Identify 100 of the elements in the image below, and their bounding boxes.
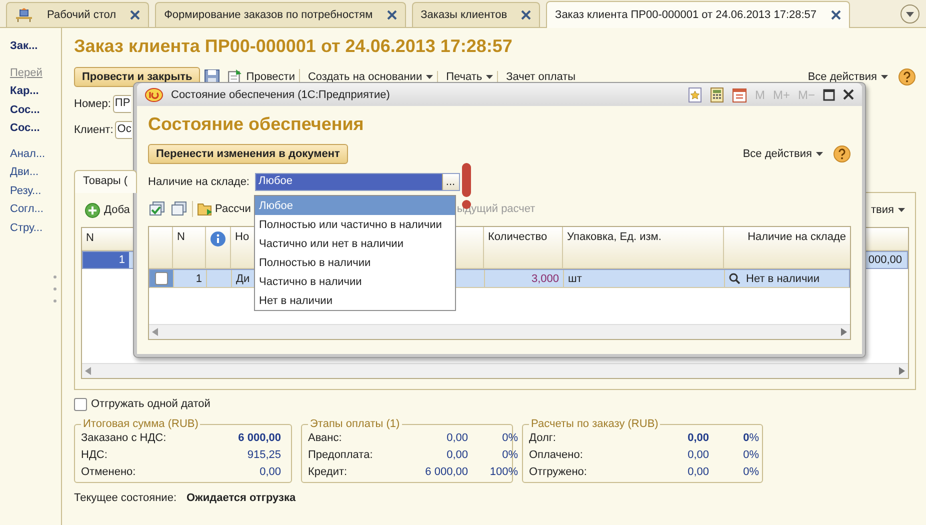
status-label: Текущее состояние: bbox=[74, 492, 176, 504]
column-header: Наличие на складе bbox=[746, 230, 847, 245]
field-value: 6 000,00 bbox=[237, 432, 281, 444]
field-label: НДС: bbox=[81, 449, 108, 461]
folder-icon bbox=[197, 202, 213, 216]
actions-button[interactable]: твия bbox=[867, 204, 909, 216]
caret-icon bbox=[881, 75, 888, 79]
plus-icon bbox=[85, 202, 100, 218]
sidebar-item[interactable]: Сос... bbox=[10, 104, 61, 122]
percent-value: 100% bbox=[488, 466, 518, 478]
field-label: Оплачено: bbox=[529, 449, 584, 461]
column-header: Упаковка, Ед. изм. bbox=[563, 227, 724, 268]
tab-label: Заказы клиентов bbox=[420, 9, 508, 21]
choose-button[interactable]: ... bbox=[442, 174, 458, 190]
checkbox[interactable] bbox=[74, 398, 87, 410]
close-icon[interactable] bbox=[386, 10, 397, 20]
percent-value: 0% bbox=[742, 449, 759, 461]
dropdown-option[interactable]: Нет в наличии bbox=[255, 291, 455, 310]
filter-label: Наличие на складе: bbox=[148, 176, 250, 188]
scroll-left-icon[interactable] bbox=[85, 367, 91, 375]
close-icon[interactable] bbox=[521, 10, 532, 20]
sidebar-item[interactable]: Стру... bbox=[10, 222, 61, 240]
desk-icon bbox=[15, 7, 33, 23]
calculate-button[interactable]: Рассчи bbox=[197, 202, 251, 216]
field-label: Предоплата: bbox=[308, 449, 374, 461]
field-label: Клиент: bbox=[74, 124, 114, 136]
calculator-icon[interactable] bbox=[710, 86, 724, 102]
table-cell-text: 000,00 bbox=[867, 253, 903, 268]
window-title: Состояние обеспечения (1С:Предприятие) bbox=[171, 88, 390, 100]
checkbox[interactable] bbox=[155, 272, 168, 285]
percent-value: 0% bbox=[501, 432, 518, 444]
form-title: Заказ клиента ПР00-000001 от 24.06.2013 17:28:57 bbox=[74, 36, 514, 58]
dropdown-option[interactable]: Частично или нет в наличии bbox=[255, 234, 455, 253]
sidebar-item[interactable]: Дви... bbox=[10, 166, 61, 184]
calendar-icon[interactable] bbox=[732, 86, 747, 102]
tab[interactable]: Товары ( bbox=[74, 170, 137, 193]
scroll-right-icon[interactable] bbox=[841, 328, 847, 336]
sidebar-item[interactable]: Резу... bbox=[10, 184, 61, 203]
apply-changes-button[interactable]: Перенести изменения в документ bbox=[148, 144, 348, 164]
sidebar-item[interactable]: Сос... bbox=[10, 122, 61, 140]
field-label: Заказано с НДС: bbox=[81, 432, 168, 444]
search-icon[interactable] bbox=[729, 273, 740, 284]
sidebar-item[interactable]: Кар... bbox=[10, 85, 61, 104]
scroll-right-icon[interactable] bbox=[899, 367, 905, 375]
caret-icon bbox=[816, 152, 823, 156]
sidebar-item[interactable]: Согл... bbox=[10, 203, 61, 222]
field-label: Отгружено: bbox=[529, 466, 588, 478]
table-cell: Нет в наличии bbox=[725, 270, 849, 287]
maximize-icon[interactable] bbox=[823, 88, 835, 100]
group-title: Расчеты по заказу (RUB) bbox=[530, 418, 660, 430]
field-label: Кредит: bbox=[308, 466, 348, 478]
scrollbar[interactable] bbox=[149, 324, 850, 339]
column-header: Количество bbox=[484, 227, 563, 268]
all-actions-button[interactable]: Все действия bbox=[738, 148, 827, 160]
close-icon[interactable] bbox=[830, 10, 841, 20]
input-field[interactable]: Ос bbox=[115, 121, 132, 139]
table-cell: 1 bbox=[174, 270, 207, 287]
field-label: Отменено: bbox=[81, 466, 137, 478]
check-all-icon[interactable] bbox=[148, 201, 166, 217]
tab[interactable]: Рабочий стол bbox=[6, 2, 150, 27]
dialog-heading: Состояние обеспечения bbox=[148, 114, 365, 136]
favorite-icon[interactable] bbox=[688, 86, 702, 102]
dropdown-icon[interactable] bbox=[900, 4, 920, 24]
all-actions-button[interactable]: Все действия bbox=[804, 71, 892, 83]
sidebar-heading: Перей bbox=[10, 66, 44, 80]
tab[interactable]: Заказы клиентов bbox=[412, 2, 540, 27]
field-value: 0,00 bbox=[686, 466, 709, 478]
sidebar-item[interactable]: Анал... bbox=[10, 148, 61, 166]
sidebar-item[interactable]: Зак... bbox=[10, 40, 61, 58]
field-value: 0,00 bbox=[446, 449, 468, 461]
field-label: Номер: bbox=[74, 98, 111, 110]
field-value: 0,00 bbox=[258, 466, 281, 478]
close-icon[interactable] bbox=[843, 89, 854, 100]
caret-icon bbox=[486, 75, 494, 79]
help-icon[interactable] bbox=[833, 145, 851, 163]
uncheck-all-icon[interactable] bbox=[170, 201, 188, 217]
field-value: 915,25 bbox=[246, 449, 281, 461]
grip-icon[interactable] bbox=[53, 274, 57, 304]
percent-value: 0% bbox=[742, 466, 759, 478]
scroll-left-icon[interactable] bbox=[152, 328, 158, 336]
field-value: 0,00 bbox=[446, 432, 468, 444]
table-cell: шт bbox=[564, 270, 725, 287]
tab-label: Рабочий стол bbox=[47, 9, 116, 21]
table-cell: 3,000 bbox=[485, 270, 564, 287]
help-icon[interactable] bbox=[898, 68, 916, 86]
group-title: Итоговая сумма (RUB) bbox=[82, 418, 200, 430]
close-icon[interactable] bbox=[130, 10, 140, 20]
field-value: 0,00 bbox=[686, 432, 709, 444]
tab[interactable]: Формирование заказов по потребностям bbox=[155, 2, 406, 27]
tab[interactable]: Заказ клиента ПР00-000001 от 24.06.2013 17:28:57 bbox=[546, 1, 850, 28]
status-value: Ожидается отгрузка bbox=[186, 492, 296, 504]
info-icon bbox=[210, 231, 226, 247]
app-logo-icon bbox=[145, 88, 163, 102]
input-field[interactable]: ПР bbox=[112, 95, 132, 113]
tab-label: Формирование заказов по потребностям bbox=[164, 9, 373, 21]
select-field[interactable]: Любое ... bbox=[254, 173, 460, 191]
tab-label: Заказ клиента ПР00-000001 от 24.06.2013 17:28:57 bbox=[555, 9, 817, 21]
toolbar-button[interactable]: Зачет оплаты bbox=[502, 71, 580, 83]
scrollbar[interactable] bbox=[82, 363, 908, 378]
add-button[interactable]: Доба bbox=[81, 202, 134, 218]
